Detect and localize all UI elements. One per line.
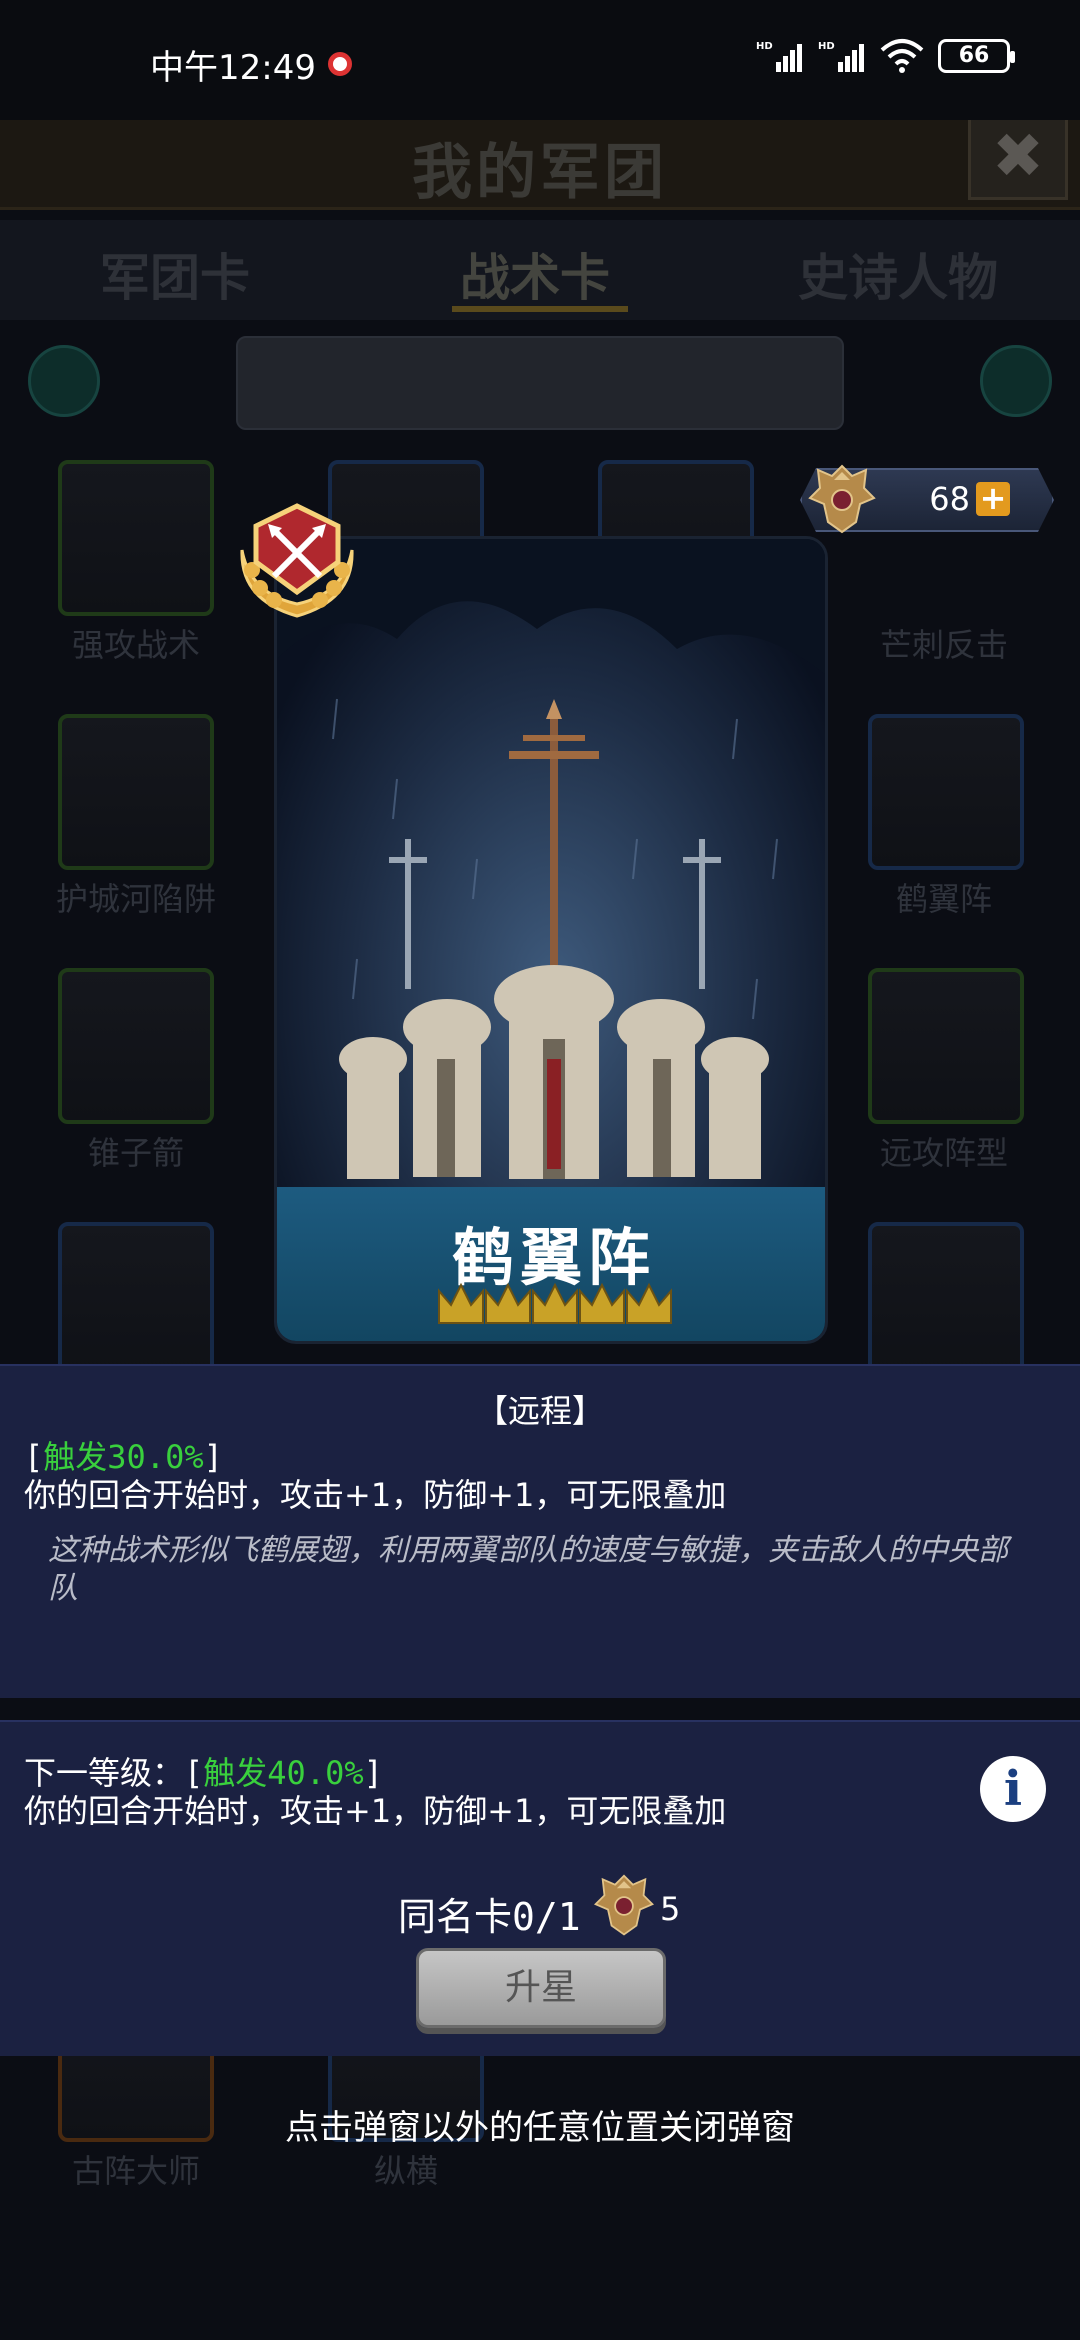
bg-card-label: 锥子箭 (87, 1134, 184, 1172)
bg-card-label: 纵横 (373, 2152, 438, 2190)
bg-card-label: 鹤翼阵 (895, 880, 992, 918)
duplicate-card-count: 同名卡0/1 (398, 1895, 581, 1939)
info-icon[interactable]: i (980, 1756, 1046, 1822)
upgrade-star-button[interactable]: 升星 (416, 1948, 666, 2028)
crossed-arrows-laurel-icon (240, 503, 354, 618)
card-type: 【远程】 (475, 1392, 604, 1430)
duplicate-card-row: 同名卡0/1 5 (0, 1870, 1080, 1942)
background-tabs: 军团卡 战术卡 史诗人物 (0, 220, 1080, 320)
next-level-effect: 你的回合开始时，攻击+1，防御+1，可无限叠加 (24, 1792, 727, 1830)
wifi-icon (880, 39, 924, 73)
add-currency-button[interactable]: + (976, 482, 1010, 516)
bg-card (58, 1222, 214, 1378)
card-effect: 你的回合开始时，攻击+1，防御+1，可无限叠加 (24, 1476, 727, 1514)
bg-card-label: 芒刺反击 (879, 626, 1008, 664)
signal-hd-icon-2: HD (818, 41, 864, 72)
bg-card (58, 968, 214, 1124)
background-header: 我的军团 ✖ (0, 110, 1080, 210)
bg-card (868, 1222, 1024, 1378)
upgrade-cost: 5 (660, 1890, 681, 1928)
battery-indicator: 66 (938, 39, 1015, 73)
upgrade-panel: 下一等级：[触发40.0%] 你的回合开始时，攻击+1，防御+1，可无限叠加 i… (0, 1720, 1080, 2056)
bg-card (868, 714, 1024, 870)
notification-icon (328, 52, 352, 76)
filter-icon (980, 345, 1052, 417)
list-menu-icon (28, 345, 100, 417)
tactic-card: 鹤翼阵 (274, 536, 828, 1344)
close-hint: 点击弹窗以外的任意位置关闭弹窗 (285, 2108, 795, 2148)
status-time: 中午12:49 (150, 48, 316, 88)
card-name-band: 鹤翼阵 (277, 1187, 825, 1341)
tab-tactic-cards: 战术卡 (460, 249, 610, 307)
bg-card-label: 古阵大师 (71, 2152, 200, 2190)
eagle-emblem-icon (808, 464, 876, 534)
tab-legion-cards: 军团卡 (100, 249, 250, 307)
eagle-emblem-icon (593, 1874, 655, 1936)
background-close-button: ✖ (968, 110, 1068, 200)
svg-text:HD: HD (756, 41, 773, 52)
bg-card-label: 强攻战术 (71, 626, 200, 664)
star-crowns-icon (438, 1282, 672, 1324)
bg-card (58, 460, 214, 616)
svg-text:HD: HD (818, 41, 835, 52)
bg-card (868, 968, 1024, 1124)
tab-epic-characters: 史诗人物 (798, 249, 998, 307)
active-tab-underline (452, 306, 628, 312)
background-search-bar (236, 336, 844, 430)
card-info-panel: 【远程】 [触发30.0%] 你的回合开始时，攻击+1，防御+1，可无限叠加 这… (0, 1364, 1080, 1698)
currency-value: 68 (929, 480, 970, 518)
status-icons: HD HD 66 (756, 38, 1015, 74)
bg-card (58, 714, 214, 870)
bg-card-label: 远攻阵型 (879, 1134, 1008, 1172)
signal-hd-icon: HD (756, 41, 802, 72)
card-description: 这种战术形似飞鹤展翅，利用两翼部队的速度与敏捷，夹击敌人的中央部队 (48, 1533, 1008, 1606)
bg-card-label: 护城河陷阱 (55, 880, 216, 918)
background-title: 我的军团 (412, 138, 668, 208)
status-bar: 中午12:49 HD HD 66 (0, 0, 1080, 120)
